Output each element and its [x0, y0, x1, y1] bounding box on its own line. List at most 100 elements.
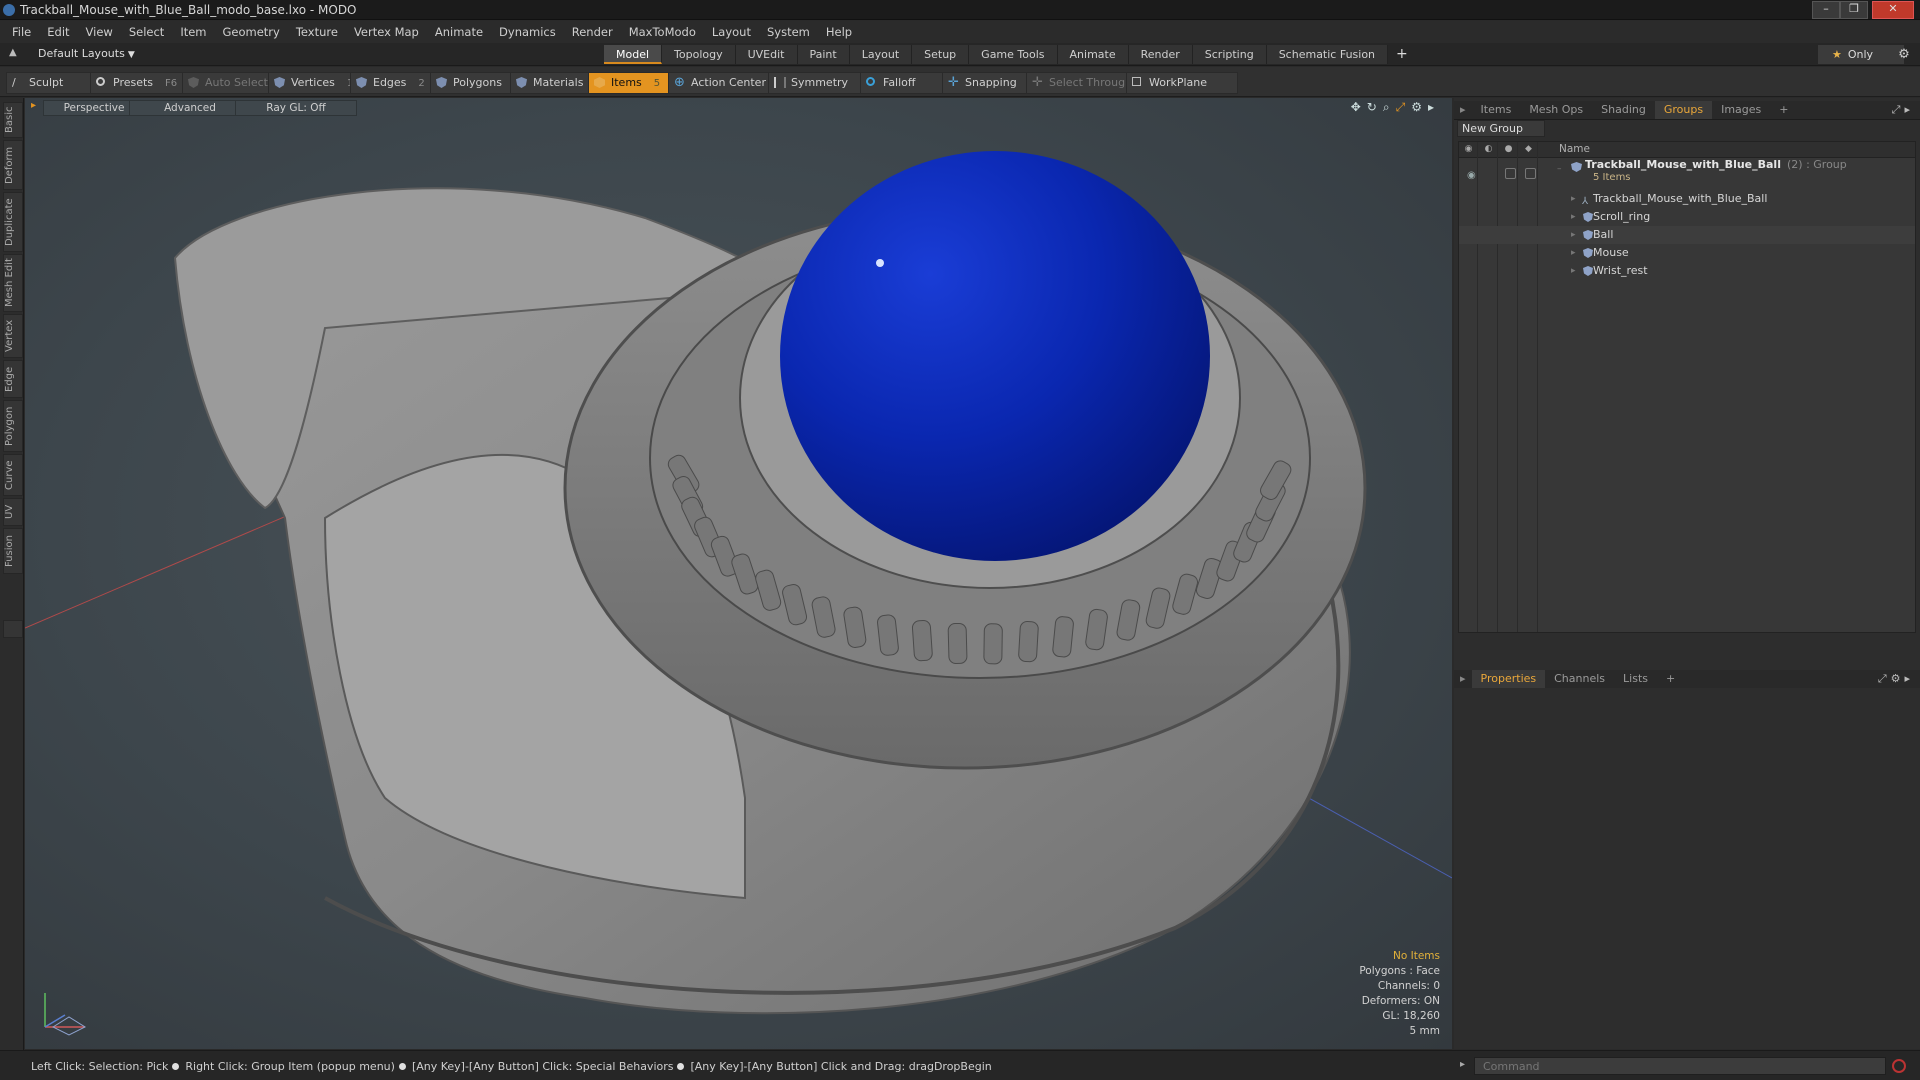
- shading-mode-button[interactable]: Advanced: [129, 100, 251, 116]
- tab-uvedit[interactable]: UVEdit: [735, 45, 798, 64]
- vtab-edge[interactable]: Edge: [3, 360, 23, 398]
- maximize-icon[interactable]: ⤢: [1396, 100, 1412, 114]
- menu-item[interactable]: Item: [172, 21, 214, 43]
- tab-properties[interactable]: Properties: [1471, 670, 1546, 688]
- vtab-mesh-edit[interactable]: Mesh Edit: [3, 254, 23, 312]
- menu-animate[interactable]: Animate: [427, 21, 491, 43]
- move-icon[interactable]: ✥: [1351, 100, 1367, 114]
- menu-layout[interactable]: Layout: [704, 21, 759, 43]
- new-group-button[interactable]: New Group: [1457, 120, 1545, 137]
- vtab-fusion[interactable]: Fusion: [3, 528, 23, 574]
- menu-dynamics[interactable]: Dynamics: [491, 21, 564, 43]
- list-item[interactable]: ▸ ⅄ Trackball_Mouse_with_Blue_Ball: [1459, 190, 1915, 208]
- list-item[interactable]: ▸ Ball: [1459, 226, 1915, 244]
- tab-game-tools[interactable]: Game Tools: [969, 45, 1058, 64]
- tab-topology[interactable]: Topology: [662, 45, 736, 64]
- tab-scripting[interactable]: Scripting: [1192, 45, 1267, 64]
- expand-icon[interactable]: ▸: [1571, 244, 1576, 262]
- menu-view[interactable]: View: [78, 21, 121, 43]
- vtab-basic[interactable]: Basic: [3, 102, 23, 138]
- menu-vertex-map[interactable]: Vertex Map: [346, 21, 427, 43]
- list-item[interactable]: ▸ Scroll_ring: [1459, 208, 1915, 226]
- tab-schematic-fusion[interactable]: Schematic Fusion: [1266, 45, 1389, 64]
- render-icon[interactable]: ◐: [1483, 144, 1494, 155]
- symmetry-label: Symmetry: [791, 76, 849, 89]
- menu-render[interactable]: Render: [564, 21, 621, 43]
- tab-model[interactable]: Model: [604, 45, 663, 64]
- menu-texture[interactable]: Texture: [288, 21, 346, 43]
- add-tab-plus-icon[interactable]: +: [1388, 45, 1416, 64]
- only-toggle-button[interactable]: ★ Only: [1818, 45, 1904, 64]
- list-item[interactable]: ▸ Wrist_rest: [1459, 262, 1915, 280]
- scroll-rib: [911, 619, 933, 662]
- gear-icon[interactable]: ⚙: [1893, 45, 1915, 64]
- command-history-arrow-icon[interactable]: ▸: [1460, 1059, 1465, 1070]
- expand-icon[interactable]: ▸: [1571, 208, 1576, 226]
- maximize-button[interactable]: ❐: [1840, 1, 1868, 19]
- viewport-menu-icon[interactable]: ▸: [31, 100, 36, 111]
- tab-render[interactable]: Render: [1128, 45, 1193, 64]
- workplane-icon: [1132, 77, 1141, 86]
- vtab-polygon[interactable]: Polygon: [3, 400, 23, 452]
- close-button[interactable]: ✕: [1872, 1, 1914, 19]
- tab-animate[interactable]: Animate: [1057, 45, 1129, 64]
- command-stop-icon[interactable]: [1892, 1059, 1906, 1073]
- viewport-nav-icons[interactable]: ✥↻⌕⤢⚙▸: [1351, 100, 1440, 115]
- visibility-eye-icon[interactable]: ◉: [1463, 144, 1474, 155]
- menu-edit[interactable]: Edit: [39, 21, 77, 43]
- group-collapse-icon[interactable]: –: [1557, 160, 1562, 178]
- menu-help[interactable]: Help: [818, 21, 860, 43]
- expand-icon[interactable]: ▸: [1571, 226, 1576, 244]
- tab-groups[interactable]: Groups: [1654, 101, 1713, 119]
- group-row[interactable]: ◉ – Trackball_Mouse_with_Blue_Ball (2) : …: [1459, 158, 1915, 188]
- tab-items[interactable]: Items: [1472, 101, 1521, 119]
- add-tab-plus-icon[interactable]: +: [1770, 101, 1797, 119]
- panel-expand-icons[interactable]: ⤢▸: [1892, 101, 1914, 119]
- group-lock-checkbox[interactable]: [1505, 168, 1516, 179]
- menu-geometry[interactable]: Geometry: [215, 21, 288, 43]
- expand-icon[interactable]: ▸: [1571, 262, 1576, 280]
- panel-expand-icons[interactable]: ⤢⚙▸: [1878, 670, 1914, 688]
- add-tab-plus-icon[interactable]: +: [1657, 670, 1684, 688]
- tab-lists[interactable]: Lists: [1614, 670, 1657, 688]
- panel-menu-icon[interactable]: ▸: [1454, 670, 1472, 688]
- tab-channels[interactable]: Channels: [1545, 670, 1614, 688]
- command-input[interactable]: [1474, 1057, 1886, 1075]
- group-select-checkbox[interactable]: [1525, 168, 1536, 179]
- hint-special: [Any Key]-[Any Button] Click: Special Be…: [411, 1060, 674, 1073]
- vtab-duplicate[interactable]: Duplicate: [3, 192, 23, 252]
- panel-menu-icon[interactable]: ▸: [1454, 101, 1472, 119]
- vtab-deform[interactable]: Deform: [3, 140, 23, 190]
- tab-mesh-ops[interactable]: Mesh Ops: [1520, 101, 1592, 119]
- tab-shading[interactable]: Shading: [1592, 101, 1655, 119]
- select-icon[interactable]: ◆: [1523, 144, 1534, 155]
- strip-toggle-button[interactable]: [3, 620, 23, 638]
- minimize-button[interactable]: –: [1812, 1, 1840, 19]
- collapse-arrow-icon[interactable]: ▲: [9, 47, 17, 58]
- menu-select[interactable]: Select: [121, 21, 172, 43]
- workplane-button[interactable]: WorkPlane: [1126, 72, 1238, 94]
- tab-paint[interactable]: Paint: [797, 45, 850, 64]
- scroll-rib: [983, 623, 1003, 665]
- 3d-viewport[interactable]: ▸ Perspective Advanced Ray GL: Off ✥↻⌕⤢⚙…: [25, 98, 1452, 1049]
- raygl-button[interactable]: Ray GL: Off: [235, 100, 357, 116]
- group-visibility-eye-icon[interactable]: ◉: [1467, 167, 1476, 185]
- zoom-icon[interactable]: ⌕: [1383, 100, 1396, 114]
- tab-layout[interactable]: Layout: [849, 45, 913, 64]
- lock-icon[interactable]: ●: [1503, 144, 1514, 155]
- layout-selector[interactable]: Default Layouts ▼: [38, 47, 135, 60]
- menu-maxtomodo[interactable]: MaxToModo: [621, 21, 704, 43]
- vtab-vertex[interactable]: Vertex: [3, 314, 23, 358]
- vtab-uv[interactable]: UV: [3, 498, 23, 526]
- rotate-icon[interactable]: ↻: [1367, 100, 1383, 114]
- menu-system[interactable]: System: [759, 21, 818, 43]
- vtab-curve[interactable]: Curve: [3, 454, 23, 496]
- list-item[interactable]: ▸ Mouse: [1459, 244, 1915, 262]
- tab-setup[interactable]: Setup: [912, 45, 970, 64]
- menu-file[interactable]: File: [0, 21, 39, 43]
- scene-render[interactable]: [25, 98, 1452, 1049]
- tab-images[interactable]: Images: [1712, 101, 1770, 119]
- chevron-right-icon[interactable]: ▸: [1428, 100, 1440, 114]
- expand-icon[interactable]: ▸: [1571, 190, 1576, 208]
- gear-icon[interactable]: ⚙: [1411, 100, 1428, 114]
